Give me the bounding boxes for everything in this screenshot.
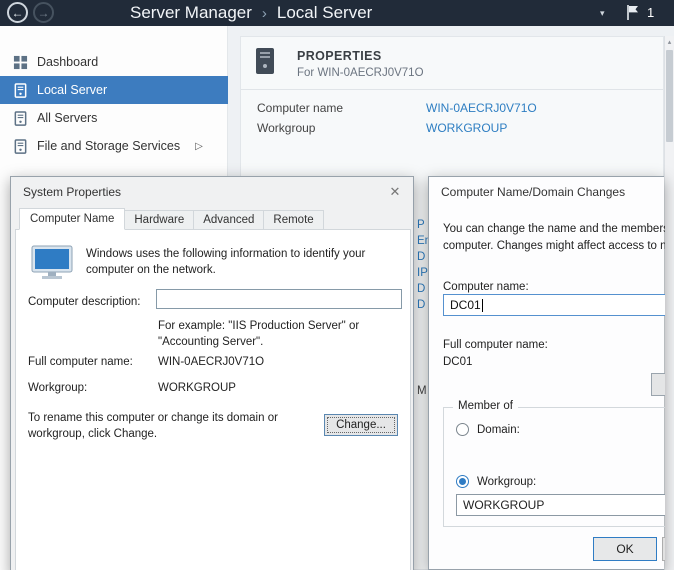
sidebar-item-label: All Servers xyxy=(37,111,97,125)
tab-hardware[interactable]: Hardware xyxy=(124,210,194,230)
change-button[interactable]: Change... xyxy=(324,414,398,436)
radio-unchecked-icon[interactable] xyxy=(456,423,469,436)
computer-description-label: Computer description: xyxy=(28,294,141,310)
sidebar-item-dashboard[interactable]: Dashboard xyxy=(0,48,228,76)
server-tile-icon xyxy=(255,47,275,80)
divider xyxy=(241,89,663,90)
domain-radio-option[interactable]: Domain: xyxy=(456,423,520,436)
server-icon xyxy=(13,83,28,98)
breadcrumb-section[interactable]: Local Server xyxy=(277,3,372,23)
computer-name-link[interactable]: WIN-0AECRJ0V71O xyxy=(426,101,537,115)
sidebar-item-label: Dashboard xyxy=(37,55,98,69)
sidebar-item-all-servers[interactable]: All Servers xyxy=(0,104,228,132)
intro-line-2: computer. Changes might affect access to… xyxy=(443,238,665,255)
tabstrip: Computer Name Hardware Advanced Remote xyxy=(19,209,323,230)
workgroup-radio-option[interactable]: Workgroup: xyxy=(456,475,536,488)
tab-remote[interactable]: Remote xyxy=(263,210,323,230)
tab-computer-name[interactable]: Computer Name xyxy=(19,208,125,230)
intro-line-1: You can change the name and the membersh… xyxy=(443,221,665,238)
dialog-title: System Properties xyxy=(23,185,121,199)
notification-count[interactable]: 1 xyxy=(647,5,654,20)
identify-info-text: Windows uses the following information t… xyxy=(86,246,400,278)
properties-title: PROPERTIES xyxy=(297,49,382,63)
full-computer-name-value: DC01 xyxy=(443,354,472,371)
workgroup-link[interactable]: WORKGROUP xyxy=(426,121,507,135)
change-membership-text: You can change the name and the membersh… xyxy=(443,221,665,254)
computer-name-tab-page: Windows uses the following information t… xyxy=(15,229,411,570)
scroll-up-icon[interactable]: ▴ xyxy=(665,38,674,46)
text-cursor xyxy=(482,299,483,312)
tab-advanced[interactable]: Advanced xyxy=(193,210,264,230)
workgroup-input-value: WORKGROUP xyxy=(463,498,544,512)
scrollbar-thumb[interactable] xyxy=(666,50,673,142)
full-computer-name-value: WIN-0AECRJ0V71O xyxy=(158,354,264,370)
dialog-titlebar[interactable]: System Properties xyxy=(11,177,413,207)
computer-name-input-value: DC01 xyxy=(450,298,481,312)
member-of-label: Member of xyxy=(453,400,518,412)
monitor-icon xyxy=(30,244,74,287)
app-title: Server Manager xyxy=(130,3,252,23)
computer-name-input[interactable]: DC01 xyxy=(443,294,665,316)
servers-icon xyxy=(13,111,28,126)
system-properties-dialog: System Properties ✕ Computer Name Hardwa… xyxy=(10,176,414,570)
vertical-scrollbar[interactable]: ▴ xyxy=(664,36,674,570)
forward-arrow-icon: → xyxy=(38,6,50,20)
full-computer-name-label: Full computer name: xyxy=(28,354,133,370)
dashboard-icon xyxy=(13,55,28,70)
back-arrow-icon: ← xyxy=(12,6,24,20)
notification-flag-icon[interactable] xyxy=(626,4,639,26)
name-domain-changes-dialog: Computer Name/Domain Changes You can cha… xyxy=(428,176,664,570)
close-icon[interactable]: ✕ xyxy=(385,183,405,201)
topbar: ← → Server Manager › Local Server ▾ 1 xyxy=(0,0,674,26)
server-manager-window: ← → Server Manager › Local Server ▾ 1 xyxy=(0,0,674,570)
sidebar-item-label: Local Server xyxy=(37,83,107,97)
ok-button[interactable]: OK xyxy=(593,537,657,561)
sidebar-item-label: File and Storage Services xyxy=(37,139,180,153)
cancel-button-clipped[interactable] xyxy=(662,537,665,561)
breadcrumb: Server Manager › Local Server xyxy=(130,0,372,26)
computer-description-input[interactable] xyxy=(156,289,402,309)
workgroup-value: WORKGROUP xyxy=(158,380,236,396)
domain-radio-label: Domain: xyxy=(477,424,520,436)
dialog-titlebar[interactable]: Computer Name/Domain Changes xyxy=(429,177,664,207)
workgroup-radio-label: Workgroup: xyxy=(477,476,536,488)
workgroup-label: Workgroup xyxy=(257,121,315,135)
forward-button[interactable]: → xyxy=(33,2,54,23)
rename-hint-text: To rename this computer or change its do… xyxy=(28,410,306,442)
dialog-title: Computer Name/Domain Changes xyxy=(441,185,625,199)
workgroup-label: Workgroup: xyxy=(28,380,87,396)
computer-name-label: Computer name xyxy=(257,101,343,115)
sidebar-item-file-storage-services[interactable]: File and Storage Services ▷ xyxy=(0,132,228,160)
chevron-down-icon[interactable]: ▾ xyxy=(600,8,605,19)
more-button-clipped[interactable] xyxy=(651,373,665,396)
full-computer-name-label: Full computer name: xyxy=(443,337,548,354)
properties-subtitle: For WIN-0AECRJ0V71O xyxy=(297,67,424,79)
breadcrumb-separator: › xyxy=(262,5,267,22)
workgroup-name-input[interactable]: WORKGROUP xyxy=(456,494,665,516)
radio-checked-icon[interactable] xyxy=(456,475,469,488)
sidebar-item-local-server[interactable]: Local Server xyxy=(0,76,228,104)
description-example-text: For example: "IIS Production Server" or … xyxy=(158,318,404,350)
expand-chevron-icon[interactable]: ▷ xyxy=(195,141,203,152)
storage-server-icon xyxy=(13,139,28,154)
back-button[interactable]: ← xyxy=(7,2,28,23)
